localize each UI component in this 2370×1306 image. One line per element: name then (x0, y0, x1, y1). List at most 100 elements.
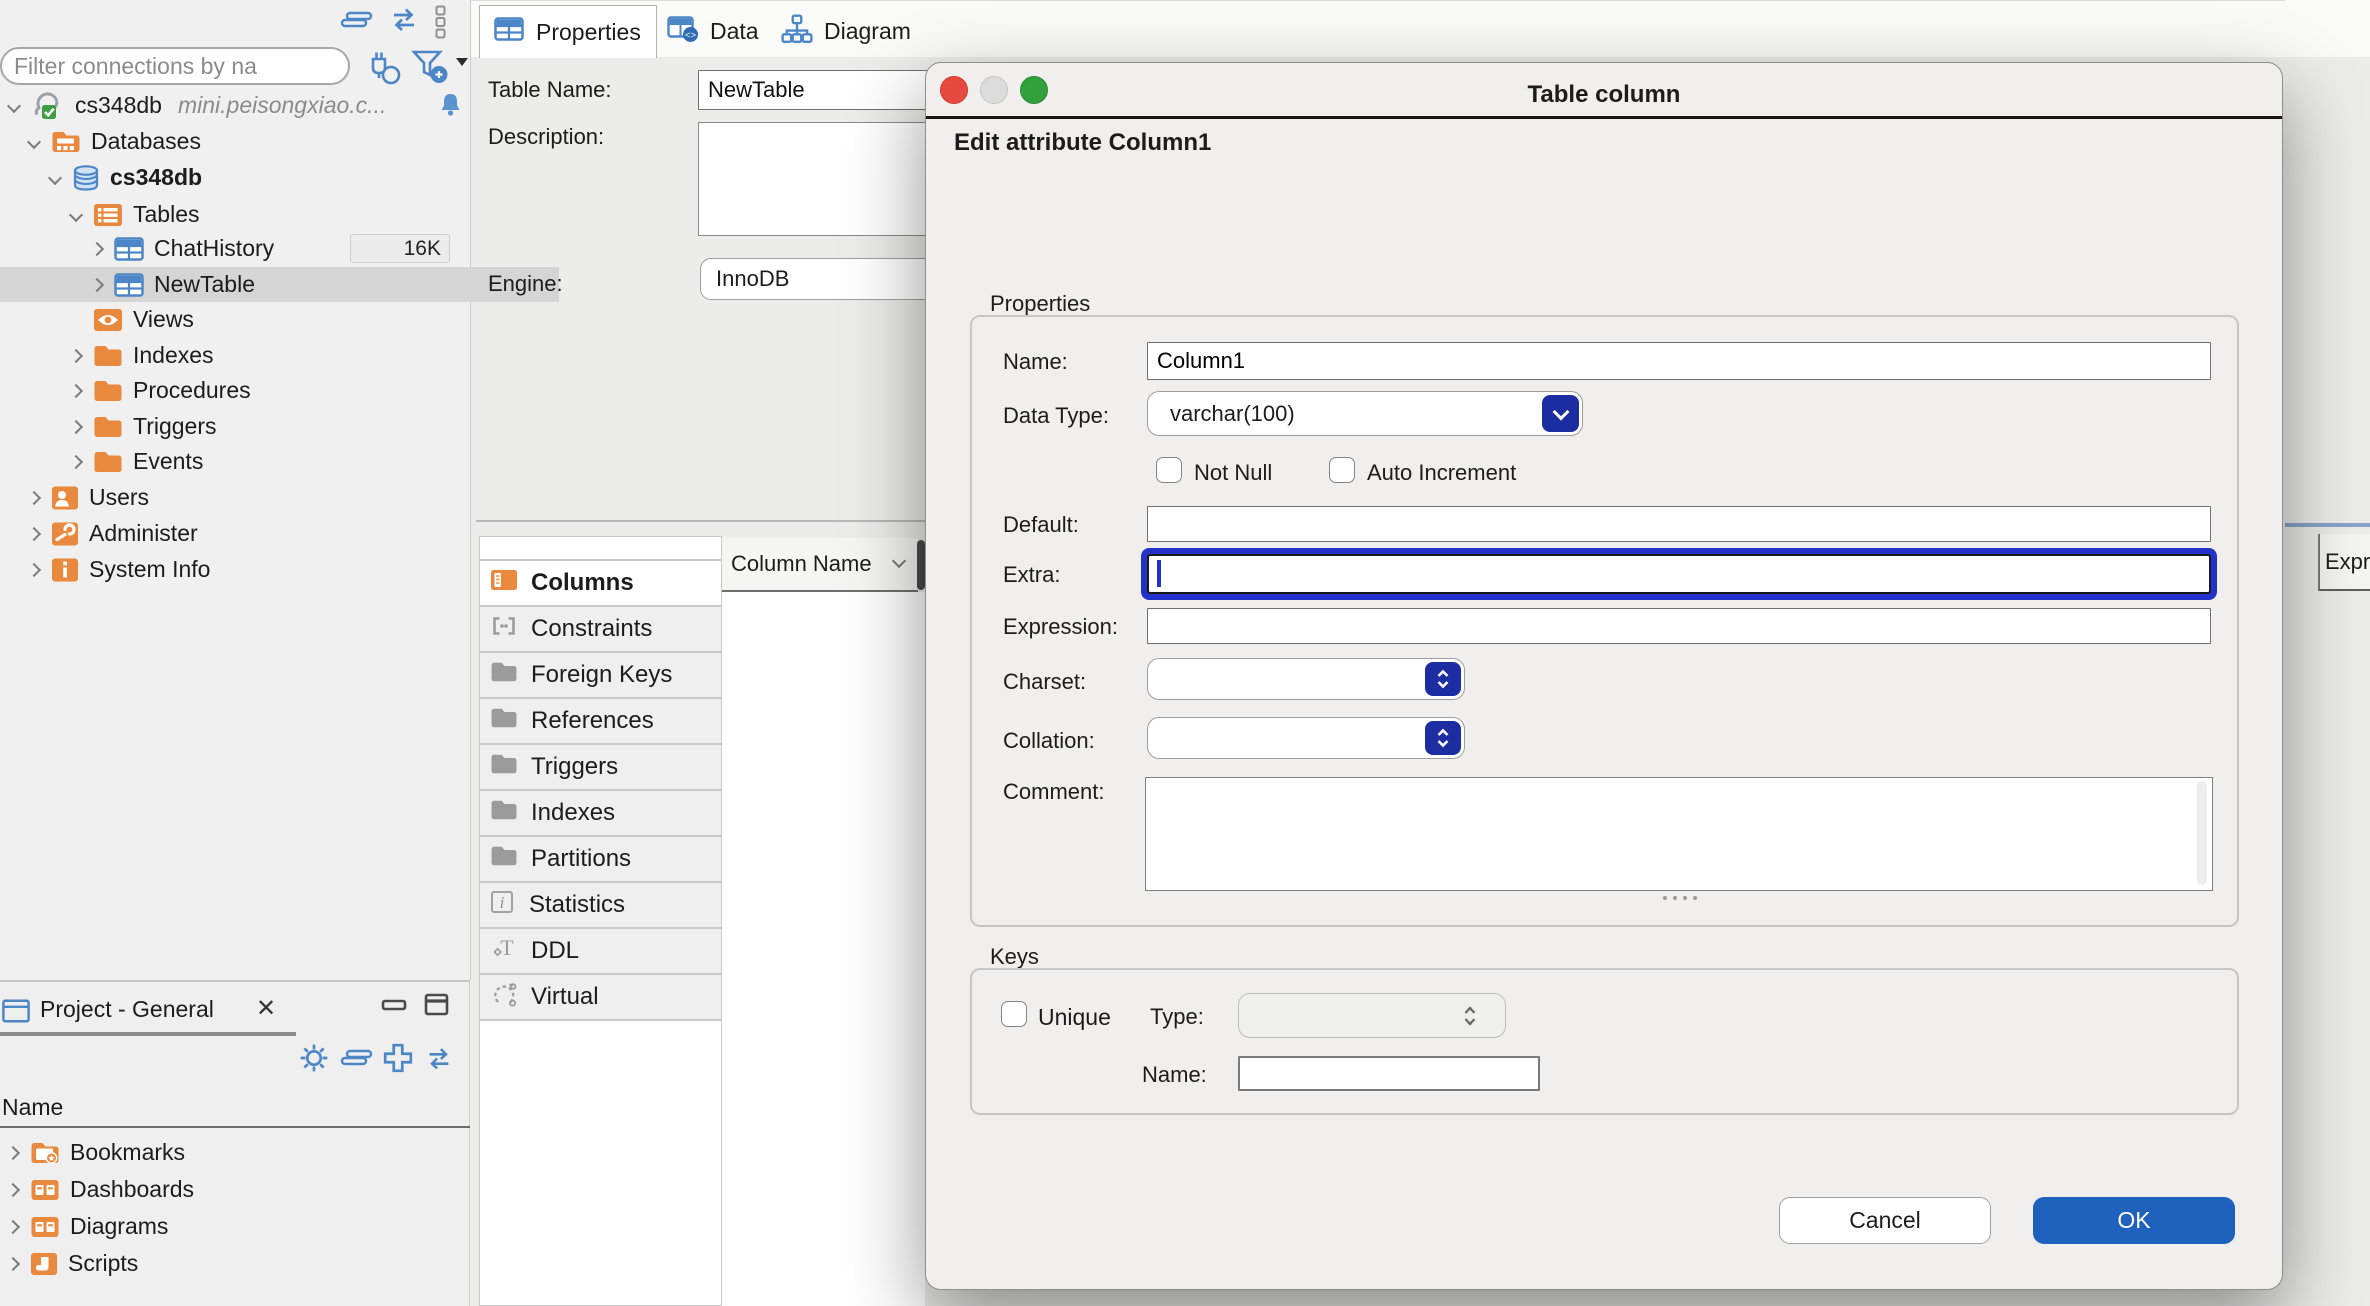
data-type-dropdown-button[interactable] (1542, 395, 1579, 432)
resize-handle-dots[interactable] (1663, 896, 1697, 900)
collation-stepper-button[interactable] (1425, 721, 1461, 755)
chevron-right-icon[interactable] (6, 1256, 20, 1270)
columns-grid-body (722, 592, 925, 1306)
name-column-header[interactable]: Name (2, 1094, 63, 1121)
tree-item-database-cs348db[interactable]: cs348db (0, 160, 517, 195)
unique-checkbox[interactable] (1001, 1001, 1027, 1027)
chevron-down-icon[interactable] (892, 554, 906, 568)
section-triggers[interactable]: Triggers (479, 744, 722, 790)
tree-item-users[interactable]: Users (0, 480, 496, 515)
bell-icon[interactable] (437, 91, 464, 124)
info-icon (51, 557, 79, 583)
project-item-bookmarks[interactable]: Bookmarks (0, 1134, 475, 1171)
funnel-icon[interactable] (410, 48, 454, 91)
tree-item-procedures[interactable]: Procedures (0, 373, 538, 408)
section-foreign-keys[interactable]: Foreign Keys (479, 652, 722, 698)
engine-select[interactable]: InnoDB (700, 258, 938, 300)
collation-select[interactable] (1147, 717, 1465, 759)
charset-stepper-button[interactable] (1425, 662, 1461, 696)
project-tab-label[interactable]: Project - General (40, 996, 214, 1023)
section-label: Partitions (531, 845, 631, 873)
auto-increment-checkbox[interactable] (1329, 457, 1355, 483)
section-columns[interactable]: Columns (479, 560, 722, 606)
tab-diagram[interactable]: Diagram (781, 5, 911, 58)
grid-scrollbar[interactable] (917, 540, 925, 590)
chevron-down-icon[interactable] (48, 170, 62, 184)
chevron-down-icon[interactable] (69, 207, 83, 221)
sync-arrows-icon[interactable] (386, 4, 422, 41)
project-item-dashboards[interactable]: Dashboards (0, 1171, 475, 1208)
section-partitions[interactable]: Partitions (479, 836, 722, 882)
connection-icon (31, 90, 65, 122)
section-statistics[interactable]: i Statistics (479, 882, 722, 928)
chevron-right-icon[interactable] (90, 241, 104, 255)
tab-data[interactable]: <> Data (667, 5, 759, 58)
description-textarea[interactable] (698, 122, 938, 236)
section-constraints[interactable]: Constraints (479, 606, 722, 652)
chevron-right-icon[interactable] (69, 419, 83, 433)
key-name-input[interactable] (1238, 1056, 1540, 1091)
tree-item-administer[interactable]: Administer (0, 516, 496, 551)
name-input[interactable] (1147, 342, 2211, 380)
comment-textarea[interactable] (1145, 777, 2213, 891)
tree-item-databases[interactable]: Databases (0, 124, 496, 159)
tree-item-triggers[interactable]: Triggers (0, 409, 538, 444)
project-item-diagrams[interactable]: Diagrams (0, 1208, 475, 1245)
tree-item-system-info[interactable]: System Info (0, 552, 496, 587)
chevron-down-icon[interactable] (27, 134, 41, 148)
funnel-dropdown-caret[interactable] (456, 58, 468, 66)
comment-scrollbar[interactable] (2197, 781, 2207, 885)
chevron-right-icon[interactable] (69, 454, 83, 468)
section-list-footer-area (479, 1020, 722, 1306)
section-ddl[interactable]: T DDL (479, 928, 722, 974)
close-icon[interactable]: ✕ (256, 994, 276, 1023)
ok-button[interactable]: OK (2033, 1197, 2235, 1244)
chevron-right-icon[interactable] (6, 1182, 20, 1196)
section-indexes[interactable]: Indexes (479, 790, 722, 836)
tab-properties[interactable]: Properties (479, 5, 657, 58)
chevron-right-icon[interactable] (90, 277, 104, 291)
minimize-panel-icon[interactable] (381, 997, 407, 1018)
grid-column-name-header[interactable]: Column Name (722, 538, 918, 592)
project-item-scripts[interactable]: Scripts (0, 1245, 475, 1282)
charset-select[interactable] (1147, 658, 1465, 700)
gear-icon[interactable] (298, 1042, 330, 1079)
collapse-panels-icon[interactable] (340, 10, 374, 37)
default-input[interactable] (1147, 506, 2211, 542)
collapse-panels-icon[interactable] (340, 1048, 374, 1075)
header-divider (0, 1126, 470, 1128)
window-icon (2, 998, 30, 1029)
more-options-icon[interactable] (434, 4, 447, 45)
table-name-input[interactable] (698, 70, 938, 110)
expression-input[interactable] (1147, 608, 2211, 644)
wrench-icon (51, 521, 79, 547)
extra-input[interactable] (1147, 554, 2211, 594)
section-references[interactable]: References (479, 698, 722, 744)
chevron-right-icon[interactable] (27, 526, 41, 540)
tree-item-tables[interactable]: Tables (0, 197, 538, 232)
tree-item-connection[interactable]: cs348db mini.peisongxiao.c... (0, 88, 476, 123)
filter-connections-input[interactable] (0, 47, 350, 85)
chevron-right-icon[interactable] (6, 1219, 20, 1233)
tree-item-indexes[interactable]: Indexes (0, 338, 538, 373)
data-type-select[interactable]: varchar(100) (1147, 391, 1583, 436)
section-label: Constraints (531, 615, 652, 643)
add-icon[interactable] (382, 1042, 414, 1079)
grid-expression-header-partial[interactable]: Expr (2318, 534, 2370, 591)
chevron-right-icon[interactable] (27, 490, 41, 504)
sync-arrows-icon[interactable] (422, 1044, 456, 1079)
plug-icon[interactable] (364, 48, 404, 91)
tree-item-views[interactable]: Views (0, 302, 538, 337)
cancel-button[interactable]: Cancel (1779, 1197, 1991, 1244)
tree-item-newtable[interactable]: NewTable (0, 267, 559, 302)
chevron-down-icon[interactable] (7, 98, 21, 112)
chevron-right-icon[interactable] (27, 562, 41, 576)
chevron-right-icon[interactable] (69, 348, 83, 362)
section-virtual[interactable]: Virtual (479, 974, 722, 1020)
not-null-checkbox[interactable] (1156, 457, 1182, 483)
chevron-right-icon[interactable] (69, 383, 83, 397)
maximize-panel-icon[interactable] (424, 993, 450, 1022)
chevron-right-icon[interactable] (6, 1145, 20, 1159)
tree-item-events[interactable]: Events (0, 444, 538, 479)
tree-item-chathistory[interactable]: ChatHistory 16K (0, 231, 559, 266)
